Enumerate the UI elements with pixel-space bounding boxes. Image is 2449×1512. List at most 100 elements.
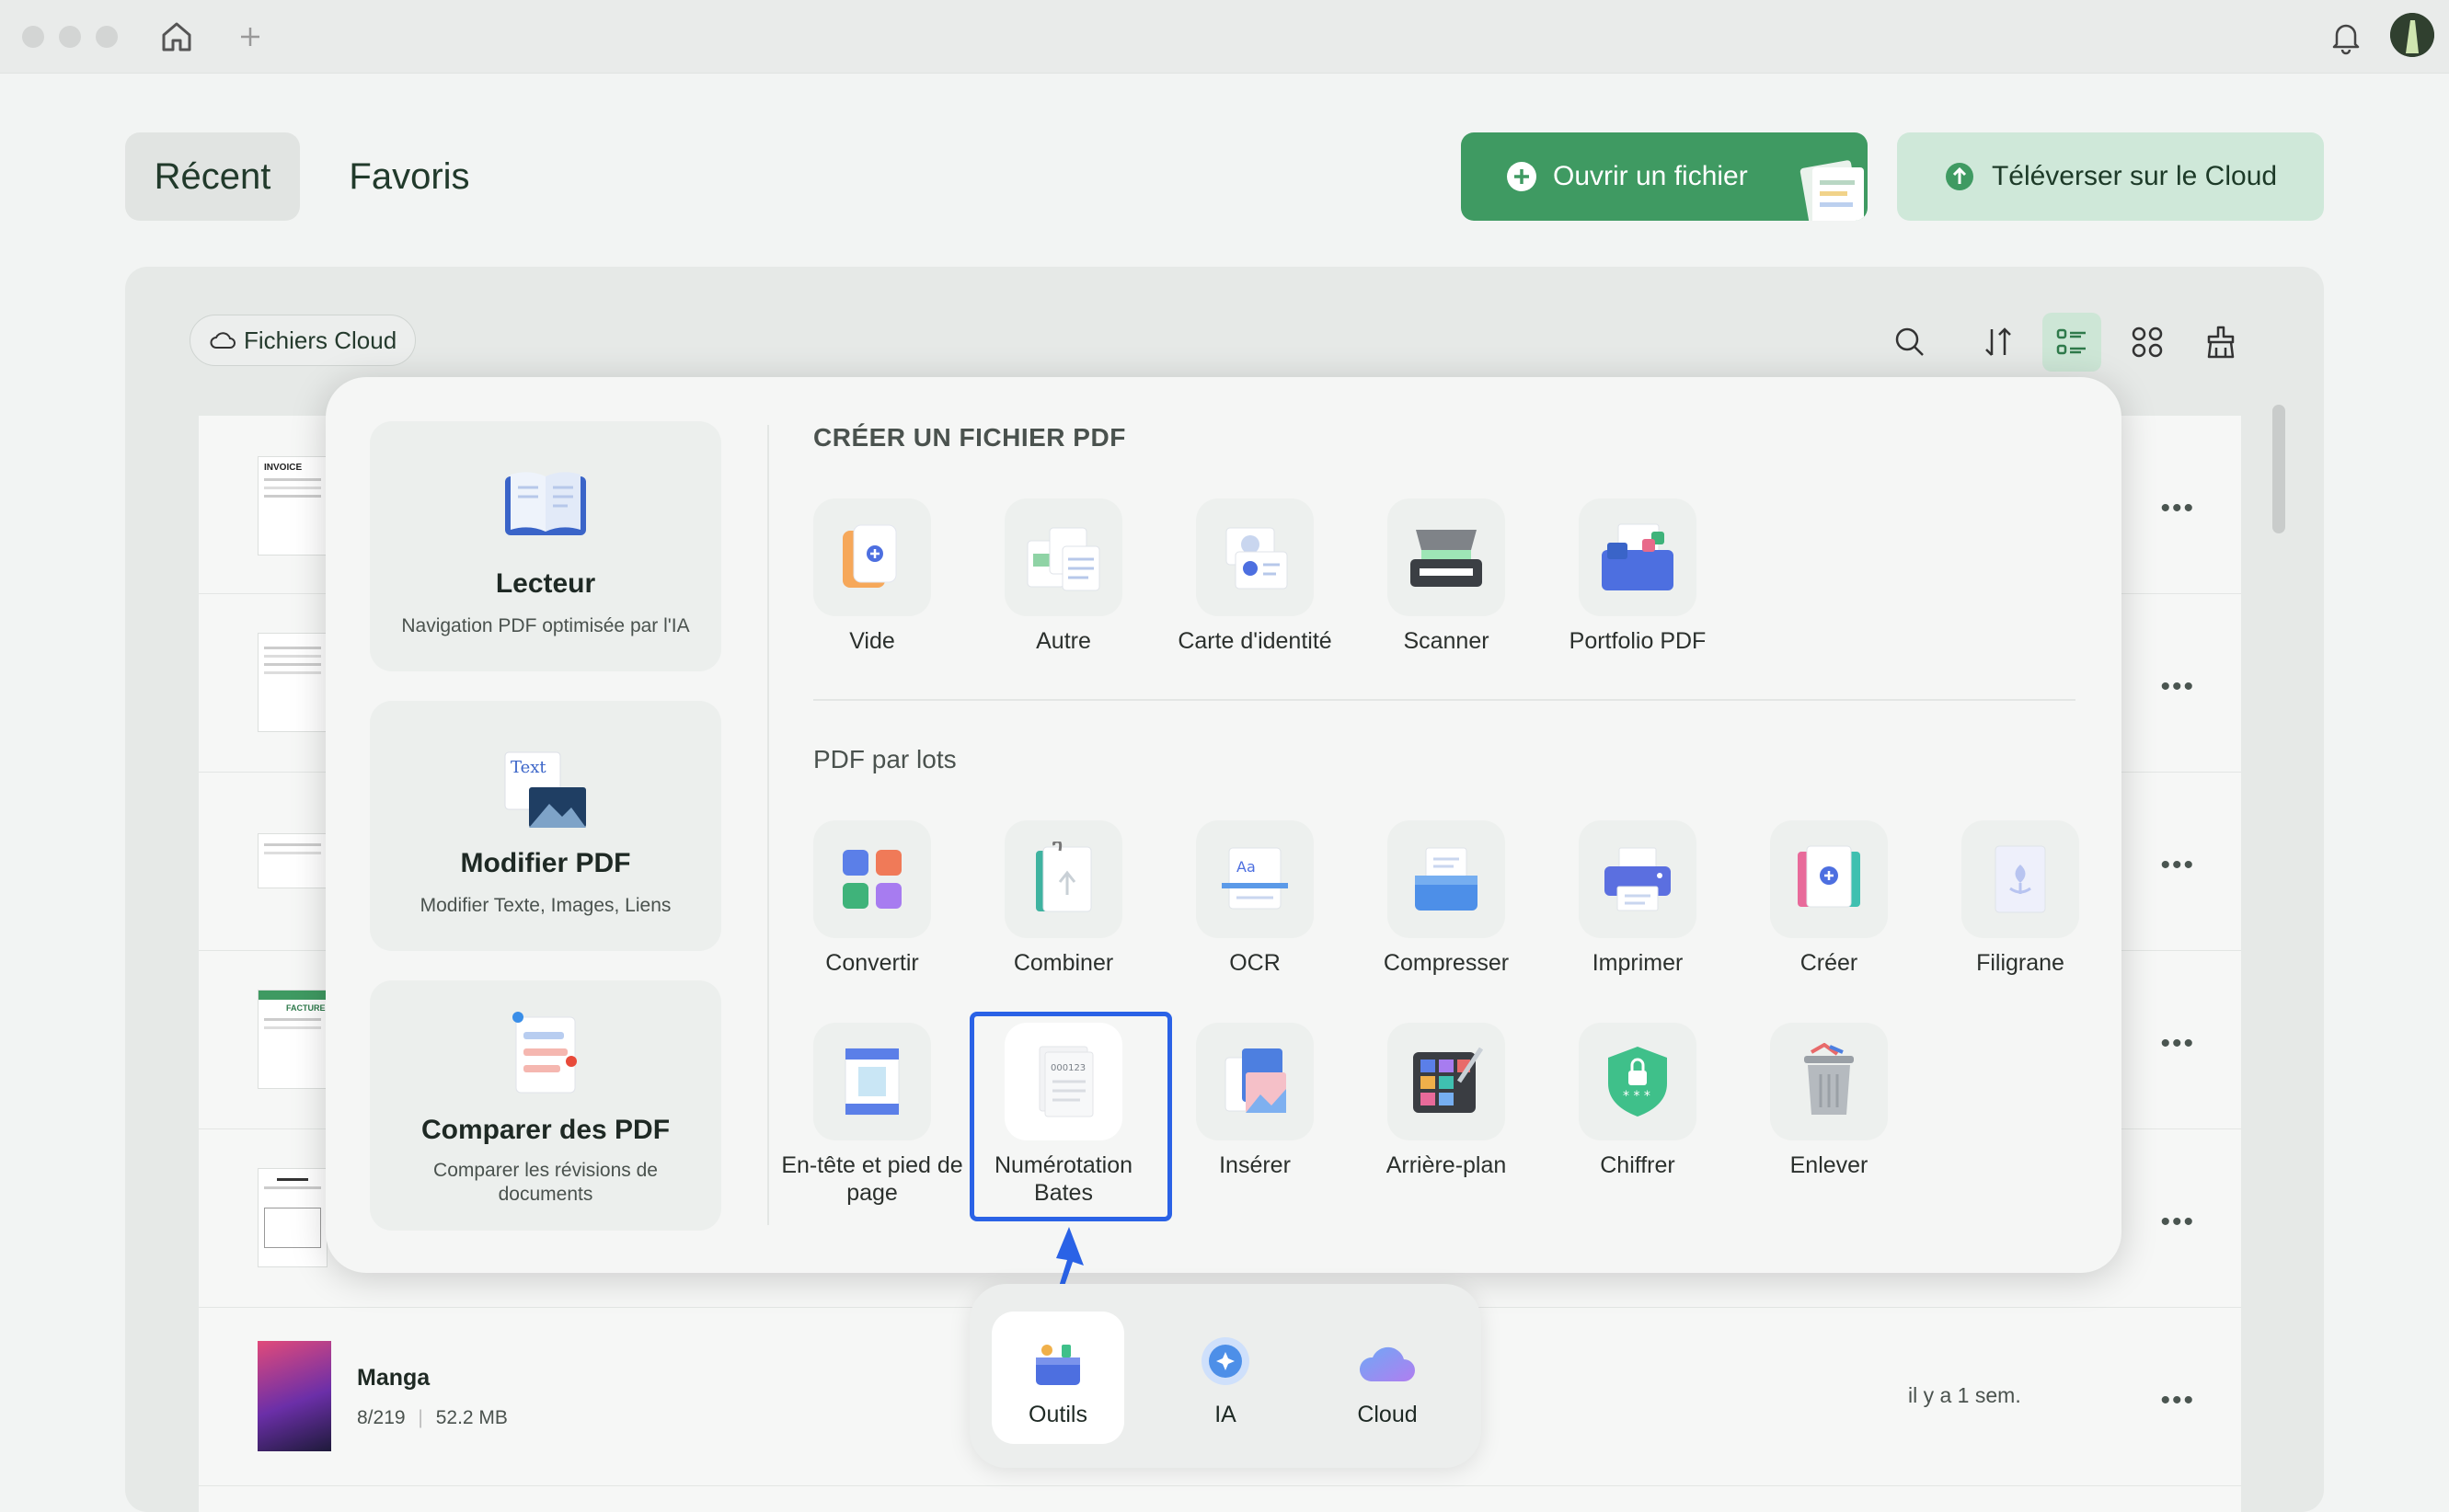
file-meta: 8/219 | 52.2 MB xyxy=(357,1407,508,1428)
tool-header-footer[interactable]: En-tête et pied de page xyxy=(776,1023,969,1207)
tool-other[interactable]: Autre xyxy=(967,498,1160,682)
open-file-button[interactable]: Ouvrir un fichier xyxy=(1461,132,1868,221)
tool-label: Chiffrer xyxy=(1600,1152,1675,1178)
file-size: 52.2 MB xyxy=(435,1407,508,1428)
tool-label: Combiner xyxy=(1013,950,1114,976)
tool-insert[interactable]: Insérer xyxy=(1158,1023,1351,1207)
toolbox-icon xyxy=(1036,1345,1080,1385)
user-avatar[interactable] xyxy=(2390,13,2434,57)
batch-section-title: PDF par lots xyxy=(813,745,957,773)
reader-card[interactable]: Lecteur Navigation PDF optimisée par l'I… xyxy=(370,421,721,671)
cloud-files-label: Fichiers Cloud xyxy=(244,326,397,354)
tool-id-card[interactable]: Carte d'identité xyxy=(1158,498,1351,682)
tool-label: Scanner xyxy=(1403,628,1489,654)
svg-text:* * *: * * * xyxy=(1623,1089,1650,1104)
tool-scanner[interactable]: Scanner xyxy=(1350,498,1543,682)
zoom-window-button[interactable] xyxy=(96,26,118,48)
more-options-icon[interactable]: ••• xyxy=(2160,493,2195,524)
file-modified-time: il y a 1 sem. xyxy=(1908,1383,2021,1407)
compare-documents-icon xyxy=(512,1012,577,1094)
home-icon[interactable] xyxy=(156,17,197,57)
file-thumbnail xyxy=(258,633,328,732)
reader-subtitle: Navigation PDF optimisée par l'IA xyxy=(401,615,690,636)
cloud-icon xyxy=(210,332,236,349)
cloud-storage-icon xyxy=(1359,1346,1415,1381)
tool-label: Imprimer xyxy=(1592,950,1684,976)
file-thumbnail xyxy=(258,833,328,888)
tool-blank[interactable]: Vide xyxy=(776,498,969,682)
minimize-window-button[interactable] xyxy=(59,26,81,48)
tool-print[interactable]: Imprimer xyxy=(1541,820,1734,1004)
tool-background[interactable]: Arrière-plan xyxy=(1350,1023,1543,1207)
dock-tools-label: Outils xyxy=(1029,1402,1087,1427)
tools-popup: Lecteur Navigation PDF optimisée par l'I… xyxy=(326,377,2121,1273)
file-name: Manga xyxy=(357,1365,431,1391)
edit-icon-text: Text xyxy=(511,758,546,777)
more-options-icon[interactable]: ••• xyxy=(2160,1207,2195,1238)
create-pdf-icon xyxy=(1770,820,1888,938)
tab-recent[interactable]: Récent xyxy=(125,132,300,221)
svg-text:Aa: Aa xyxy=(1236,858,1256,876)
clean-brush-icon[interactable] xyxy=(2191,313,2250,372)
tool-label: Filigrane xyxy=(1976,950,2064,976)
scanner-icon xyxy=(1387,498,1505,616)
list-view-icon[interactable] xyxy=(2042,313,2101,372)
reader-title: Lecteur xyxy=(495,568,596,599)
more-options-icon[interactable]: ••• xyxy=(2160,1028,2195,1060)
open-file-label: Ouvrir un fichier xyxy=(1553,161,1748,191)
tool-label: Vide xyxy=(849,628,895,654)
compare-subtitle: Comparer les révisions de documents xyxy=(433,1160,658,1205)
dock-ai[interactable]: IA xyxy=(1159,1312,1292,1444)
ocr-icon: Aa xyxy=(1196,820,1314,938)
edit-card[interactable]: Text Modifier PDF Modifier Texte, Images… xyxy=(370,701,721,951)
upload-cloud-button[interactable]: Téléverser sur le Cloud xyxy=(1897,132,2324,221)
insert-icon xyxy=(1196,1023,1314,1140)
highlight-frame xyxy=(970,1012,1172,1221)
tool-portfolio[interactable]: Portfolio PDF xyxy=(1541,498,1734,682)
tool-label: OCR xyxy=(1229,950,1281,976)
tab-favorites[interactable]: Favoris xyxy=(331,132,488,221)
grid-view-icon[interactable] xyxy=(2118,313,2177,372)
tool-create[interactable]: Créer xyxy=(1732,820,1926,1004)
tool-combine[interactable]: Combiner xyxy=(967,820,1160,1004)
more-options-icon[interactable]: ••• xyxy=(2160,1385,2195,1416)
notification-bell-icon[interactable] xyxy=(2326,17,2366,57)
new-tab-plus-icon[interactable] xyxy=(230,17,270,57)
tool-watermark[interactable]: Filigrane xyxy=(1924,820,2117,1004)
upload-arrow-icon xyxy=(1945,163,1973,190)
trash-bin-icon xyxy=(1770,1023,1888,1140)
more-options-icon[interactable]: ••• xyxy=(2160,671,2195,703)
upload-cloud-label: Téléverser sur le Cloud xyxy=(1991,161,2278,191)
tool-label: Portfolio PDF xyxy=(1569,628,1707,654)
tool-convert[interactable]: Convertir xyxy=(776,820,969,1004)
sort-icon[interactable] xyxy=(1969,313,2028,372)
tool-ocr[interactable]: Aa OCR xyxy=(1158,820,1351,1004)
tool-label: En-tête et pied de page xyxy=(781,1152,963,1206)
title-bar xyxy=(0,0,2449,74)
plus-circle-icon xyxy=(1507,162,1536,191)
file-thumbnail: FACTURE xyxy=(258,990,328,1089)
compare-card[interactable]: Comparer des PDF Comparer les révisions … xyxy=(370,980,721,1231)
tool-remove[interactable]: Enlever xyxy=(1732,1023,1926,1207)
bottom-dock: Outils IA Cloud xyxy=(970,1284,1481,1468)
search-icon[interactable] xyxy=(1880,313,1939,372)
tool-label: Convertir xyxy=(825,950,919,976)
more-options-icon[interactable]: ••• xyxy=(2160,850,2195,881)
header-footer-icon xyxy=(813,1023,931,1140)
dock-tools[interactable]: Outils xyxy=(992,1312,1124,1444)
close-window-button[interactable] xyxy=(22,26,44,48)
edit-subtitle: Modifier Texte, Images, Liens xyxy=(420,895,672,916)
background-palette-icon xyxy=(1387,1023,1505,1140)
dock-ai-label: IA xyxy=(1214,1402,1236,1427)
file-list-scrollbar[interactable] xyxy=(2272,405,2285,533)
dock-cloud[interactable]: Cloud xyxy=(1321,1312,1454,1444)
portfolio-icon xyxy=(1579,498,1696,616)
compare-title: Comparer des PDF xyxy=(420,1115,671,1145)
tool-label: Arrière-plan xyxy=(1385,1152,1507,1178)
tool-label: Enlever xyxy=(1789,1152,1868,1178)
cloud-files-chip[interactable]: Fichiers Cloud xyxy=(190,315,417,366)
tool-compress[interactable]: Compresser xyxy=(1350,820,1543,1004)
compress-icon xyxy=(1387,820,1505,938)
tool-label: Insérer xyxy=(1219,1152,1291,1178)
tool-encrypt[interactable]: * * * Chiffrer xyxy=(1541,1023,1734,1207)
